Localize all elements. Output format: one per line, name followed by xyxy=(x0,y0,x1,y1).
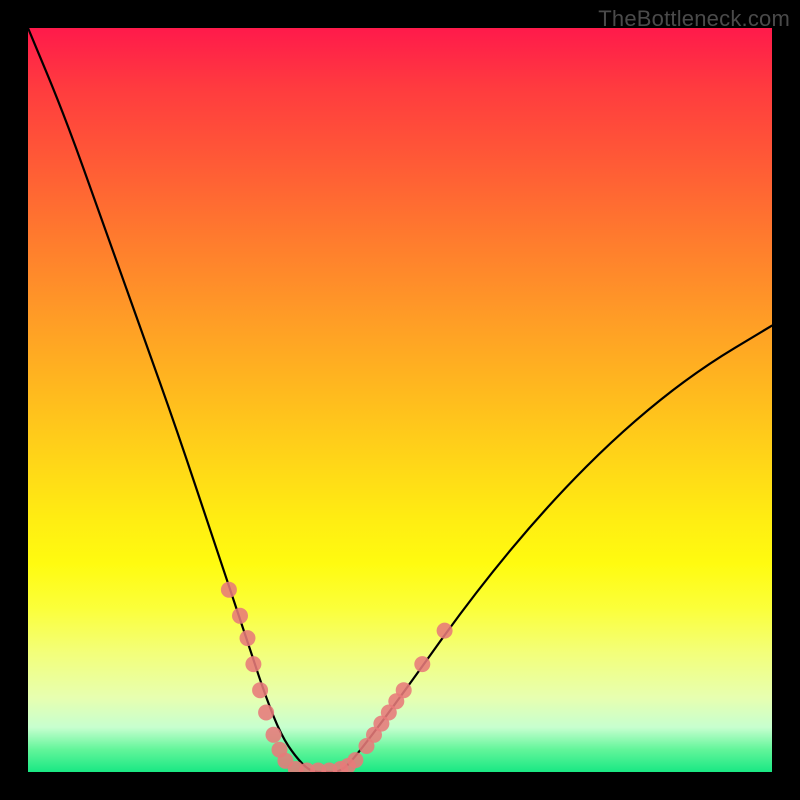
data-marker xyxy=(414,656,430,672)
watermark-text: TheBottleneck.com xyxy=(598,6,790,32)
data-marker xyxy=(258,705,274,721)
curve-layer xyxy=(28,28,772,772)
data-marker xyxy=(221,582,237,598)
curve-path xyxy=(28,28,772,772)
data-marker xyxy=(240,630,256,646)
data-marker xyxy=(396,682,412,698)
data-marker xyxy=(437,623,453,639)
data-marker xyxy=(245,656,261,672)
data-marker xyxy=(347,752,363,768)
chart-stage: TheBottleneck.com xyxy=(0,0,800,800)
data-marker xyxy=(252,682,268,698)
bottleneck-curve-line xyxy=(28,28,772,772)
plot-area xyxy=(28,28,772,772)
data-marker xyxy=(266,727,282,743)
data-marker xyxy=(232,608,248,624)
marker-layer xyxy=(221,582,453,772)
